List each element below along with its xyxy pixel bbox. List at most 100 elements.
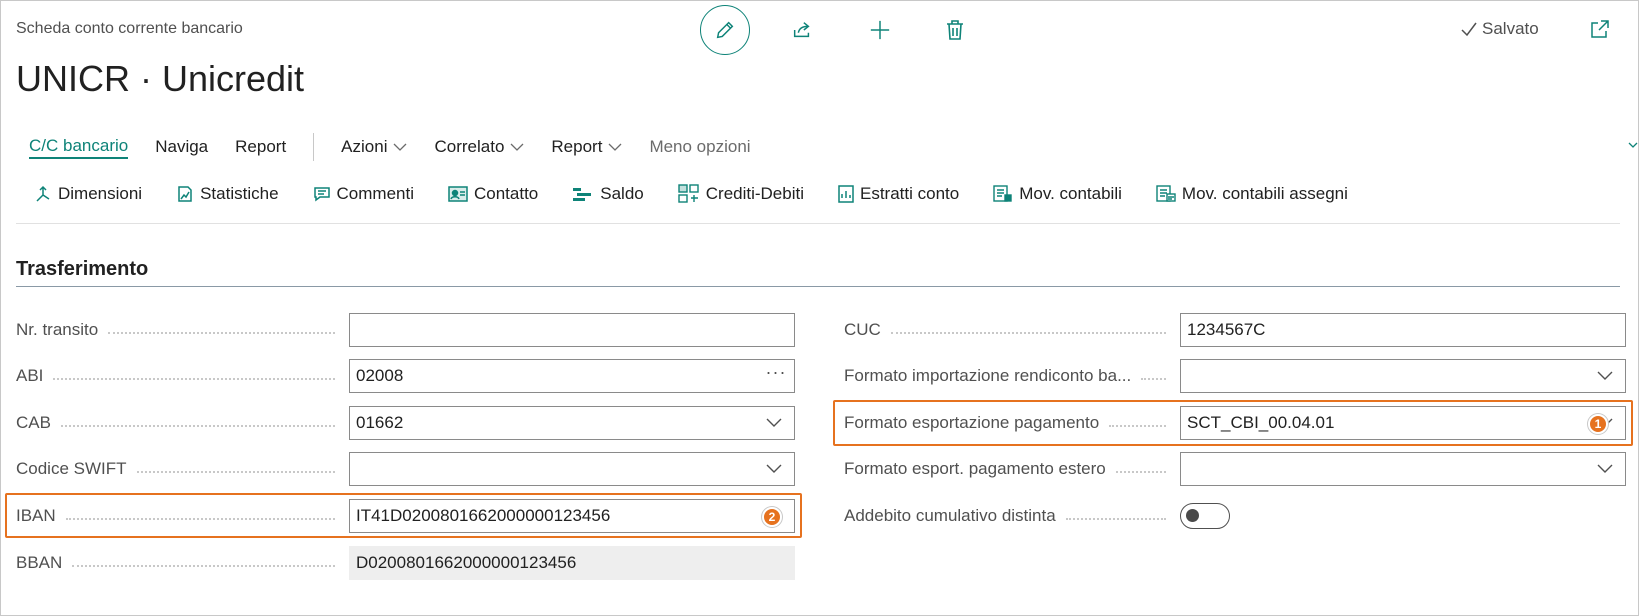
action-credits-debits[interactable]: Crediti-Debiti	[678, 184, 804, 204]
contact-icon	[448, 186, 468, 202]
action-statistics[interactable]: Statistiche	[176, 184, 279, 204]
less-options-button[interactable]: Meno opzioni	[649, 137, 750, 157]
tab-navigate[interactable]: Naviga	[155, 137, 208, 157]
field-row-abi: ABI	[16, 359, 349, 393]
chevron-down-icon	[608, 143, 622, 151]
action-check-ledger-entries[interactable]: Mov. contabili assegni	[1156, 184, 1348, 204]
field-label: Addebito cumulativo distinta	[844, 506, 1056, 525]
field-leader-dots	[890, 332, 1166, 334]
field-label: CAB	[16, 413, 51, 432]
swift-code-dropdown[interactable]	[349, 452, 795, 486]
action-comments[interactable]: Commenti	[313, 184, 414, 204]
field-row-swift: Codice SWIFT	[16, 452, 349, 486]
callout-badge: 2	[762, 507, 782, 527]
field-leader-dots	[1115, 471, 1166, 473]
field-label: Formato importazione rendiconto ba...	[844, 366, 1132, 385]
payment-export-format-dropdown[interactable]: SCT_CBI_00.04.01	[1180, 406, 1626, 440]
promoted-actions: Dimensioni Statistiche Commenti Contatto…	[34, 184, 1382, 204]
field-label: Formato esport. pagamento estero	[844, 459, 1106, 478]
toggle-knob	[1186, 509, 1199, 522]
field-row-foreign-payment-export-format: Formato esport. pagamento estero	[844, 452, 1180, 486]
abi-input[interactable]: 02008 ···	[349, 359, 795, 393]
cab-dropdown[interactable]: 01662	[349, 406, 795, 440]
cuc-input[interactable]: 1234567C	[1180, 313, 1626, 347]
action-statistics-label: Statistiche	[200, 184, 279, 203]
action-credits-debits-label: Crediti-Debiti	[705, 184, 804, 203]
lookup-ellipsis-button[interactable]: ···	[758, 362, 794, 383]
chevron-down-icon[interactable]	[1585, 464, 1625, 474]
action-statements[interactable]: Estratti conto	[838, 184, 959, 204]
menu-related[interactable]: Correlato	[434, 137, 524, 157]
toolbar-divider	[16, 223, 1620, 224]
section-divider	[16, 286, 1620, 287]
action-statements-label: Estratti conto	[860, 184, 960, 203]
field-leader-dots	[136, 471, 335, 473]
field-value: 01662	[356, 413, 404, 432]
open-new-window-button[interactable]	[1580, 9, 1620, 49]
menu-report-label: Report	[551, 137, 603, 156]
balance-icon	[573, 188, 592, 201]
action-bar-tabs: C/C bancario Naviga Report Azioni Correl…	[29, 132, 778, 162]
field-label: Codice SWIFT	[16, 459, 127, 478]
trash-icon	[947, 20, 963, 40]
action-balance[interactable]: Saldo	[572, 184, 644, 204]
action-dimensions[interactable]: Dimensioni	[34, 184, 142, 204]
statement-import-format-dropdown[interactable]	[1180, 359, 1626, 393]
section-title: Trasferimento	[16, 258, 149, 280]
field-value: 02008	[356, 366, 404, 385]
transit-no-input[interactable]	[349, 313, 795, 347]
statistics-icon	[178, 186, 192, 202]
foreign-payment-export-format-dropdown[interactable]	[1180, 452, 1626, 486]
popout-icon	[1591, 20, 1609, 38]
plus-icon	[870, 20, 890, 40]
field-label: ABI	[16, 366, 44, 385]
action-contact[interactable]: Contatto	[448, 184, 538, 204]
share-icon	[793, 22, 810, 38]
field-label: BBAN	[16, 553, 63, 572]
tab-bank-account[interactable]: C/C bancario	[29, 136, 129, 159]
iban-input[interactable]: IT41D0200801662000000123456	[349, 499, 795, 533]
field-row-cab: CAB	[16, 406, 349, 440]
field-leader-dots	[1141, 378, 1166, 380]
checkmark-icon	[1461, 22, 1477, 37]
chevron-down-icon[interactable]	[1585, 371, 1625, 381]
field-value: SCT_CBI_00.04.01	[1187, 413, 1335, 432]
field-value: 1234567C	[1187, 320, 1266, 339]
field-label: IBAN	[16, 506, 56, 525]
tab-divider	[313, 133, 315, 161]
field-leader-dots	[60, 425, 335, 427]
cumulative-debit-toggle[interactable]	[1180, 503, 1230, 529]
chevron-down-icon[interactable]	[754, 418, 794, 428]
menu-report[interactable]: Report	[551, 137, 622, 157]
page-title: UNICR · Unicredit	[16, 58, 305, 99]
collapse-chevron-icon[interactable]	[1628, 140, 1638, 150]
share-button[interactable]	[782, 10, 822, 50]
action-dimensions-label: Dimensioni	[58, 184, 143, 203]
field-leader-dots	[1065, 518, 1166, 520]
chevron-down-icon[interactable]	[754, 464, 794, 474]
menu-actions-label: Azioni	[341, 137, 388, 156]
field-row-payment-export-format: Formato esportazione pagamento	[844, 406, 1180, 440]
action-contact-label: Contatto	[474, 184, 539, 203]
action-ledger-entries-label: Mov. contabili	[1019, 184, 1122, 203]
field-row-iban: IBAN	[16, 499, 349, 533]
field-value: D0200801662000000123456	[356, 553, 577, 572]
bban-readonly-field: D0200801662000000123456	[349, 546, 795, 580]
tab-report[interactable]: Report	[235, 137, 286, 157]
field-row-statement-import-format: Formato importazione rendiconto ba...	[844, 359, 1180, 393]
chevron-down-icon	[394, 143, 407, 151]
ledger-entries-icon	[993, 185, 1012, 202]
edit-button[interactable]	[700, 5, 750, 55]
new-button[interactable]	[860, 10, 900, 50]
delete-button[interactable]	[935, 10, 975, 50]
statements-icon	[838, 185, 854, 203]
action-comments-label: Commenti	[336, 184, 414, 203]
action-ledger-entries[interactable]: Mov. contabili	[993, 184, 1122, 204]
check-ledger-entries-icon	[1156, 185, 1176, 202]
saved-status: Salvato	[1460, 19, 1539, 39]
field-value: IT41D0200801662000000123456	[356, 506, 611, 525]
field-leader-dots	[72, 565, 335, 567]
field-row-transit-no: Nr. transito	[16, 313, 349, 347]
field-leader-dots	[1109, 425, 1166, 427]
menu-actions[interactable]: Azioni	[341, 137, 407, 157]
